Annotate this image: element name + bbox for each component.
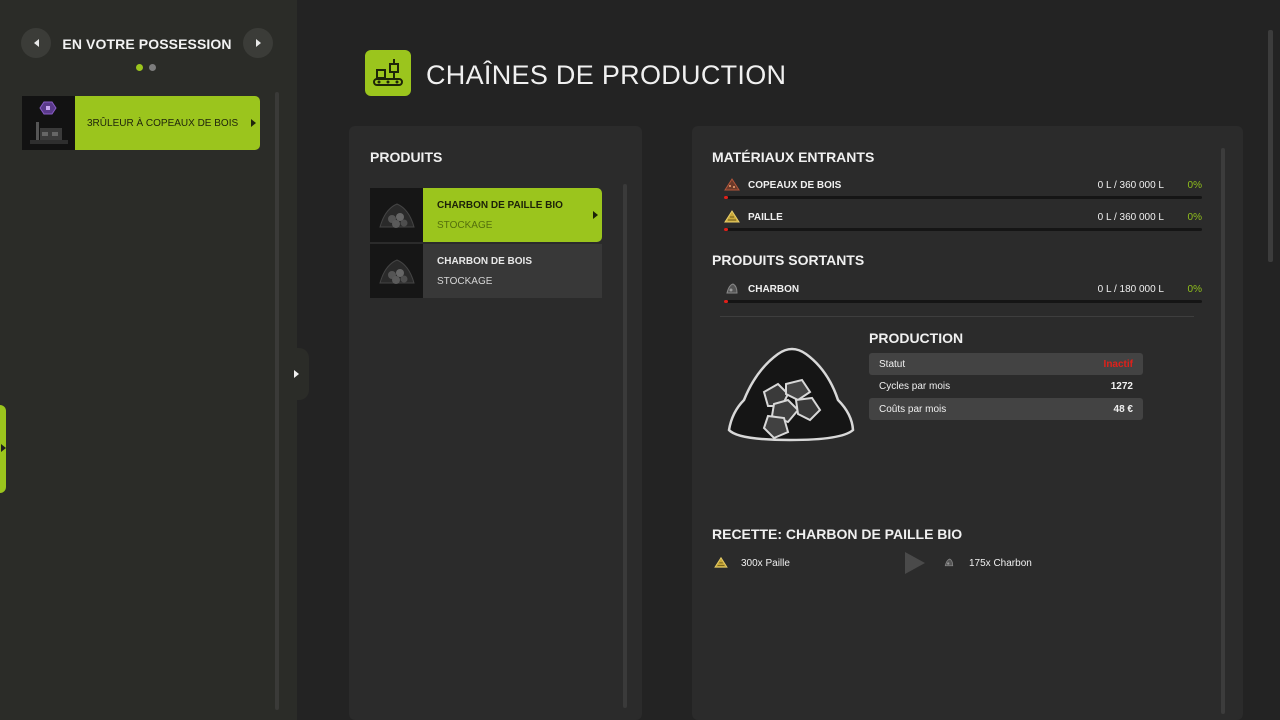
- production-title: PRODUCTION: [869, 330, 964, 346]
- chevron-right-icon: [1, 444, 6, 452]
- app-root: EN VOTRE POSSESSION 3RÛLEUR À COPEAUX DE…: [0, 0, 1280, 720]
- chevron-right-icon: [294, 370, 299, 378]
- sidebar-item-label: 3RÛLEUR À COPEAUX DE BOIS: [75, 96, 260, 150]
- divider: [720, 316, 1194, 317]
- status-badge: Inactif: [1103, 358, 1133, 370]
- recipe-title: RECETTE: CHARBON DE PAILLE BIO: [712, 526, 963, 542]
- collapse-sidebar-button[interactable]: [289, 348, 309, 400]
- production-chain-glyph: [373, 59, 403, 86]
- material-fill-indicator: [724, 300, 728, 303]
- coal-icon: [944, 558, 954, 567]
- chevron-right-icon: [251, 119, 256, 127]
- costs-value: 48 €: [1113, 403, 1133, 415]
- material-fill-indicator: [724, 196, 728, 199]
- material-fill-bar: [724, 196, 1202, 199]
- page-dot-1[interactable]: [136, 64, 143, 71]
- page-scrollbar[interactable]: [1268, 30, 1273, 262]
- material-amount: 0 L / 180 000 L: [1097, 284, 1164, 295]
- input-row-woodchips: COPEAUX DE BOIS 0 L / 360 000 L 0%: [712, 177, 1202, 205]
- material-amount: 0 L / 360 000 L: [1097, 180, 1164, 191]
- sidebar: EN VOTRE POSSESSION 3RÛLEUR À COPEAUX DE…: [0, 0, 297, 720]
- coal-pile-icon: [727, 347, 855, 442]
- product-name: CHARBON DE BOIS: [437, 255, 533, 267]
- product-item-bio-straw-charcoal[interactable]: CHARBON DE PAILLE BIO STOCKAGE: [370, 188, 602, 242]
- material-percent: 0%: [1187, 284, 1202, 295]
- product-thumbnail: [370, 244, 423, 298]
- products-panel: PRODUITS CHARBON DE PAILLE BIO STOCKAGE: [349, 126, 642, 720]
- building-name: 3RÛLEUR À COPEAUX DE BOIS: [87, 117, 239, 129]
- cycles-row: Cycles par mois 1272: [869, 375, 1143, 397]
- recipe-output: 175x Charbon: [969, 558, 1032, 569]
- status-label: Statut: [879, 358, 906, 370]
- material-name: PAILLE: [748, 212, 783, 223]
- woodchips-icon: [724, 178, 740, 191]
- play-icon[interactable]: [905, 552, 925, 574]
- production-chain-icon: [365, 50, 411, 96]
- product-thumbnail: [370, 188, 423, 242]
- product-name: CHARBON DE PAILLE BIO: [437, 199, 563, 211]
- recipe-row: 300x Paille 175x Charbon: [712, 550, 1072, 574]
- material-name: CHARBON: [748, 284, 800, 295]
- outputs-title: PRODUITS SORTANTS: [712, 252, 865, 268]
- details-panel: MATÉRIAUX ENTRANTS COPEAUX DE BOIS 0 L /…: [692, 126, 1243, 720]
- costs-row: Coûts par mois 48 €: [869, 398, 1143, 420]
- next-page-button[interactable]: [243, 28, 273, 58]
- inputs-title: MATÉRIAUX ENTRANTS: [712, 149, 875, 165]
- material-fill-indicator: [724, 228, 728, 231]
- page-title: CHAÎNES DE PRODUCTION: [426, 60, 787, 90]
- page-dot-2[interactable]: [149, 64, 156, 71]
- cycles-label: Cycles par mois: [879, 380, 951, 392]
- products-scrollbar[interactable]: [623, 184, 627, 708]
- coal-pile-icon: [378, 259, 415, 284]
- products-title: PRODUITS: [370, 149, 443, 165]
- product-storage: STOCKAGE: [437, 219, 493, 231]
- material-name: COPEAUX DE BOIS: [748, 180, 842, 191]
- previous-page-button[interactable]: [21, 28, 51, 58]
- page-indicator: [136, 64, 156, 71]
- building-thumbnail: [22, 96, 75, 150]
- product-info: CHARBON DE PAILLE BIO STOCKAGE: [423, 188, 602, 242]
- recipe-input: 300x Paille: [741, 558, 790, 569]
- material-fill-bar: [724, 228, 1202, 231]
- details-scrollbar[interactable]: [1221, 148, 1225, 714]
- material-percent: 0%: [1187, 180, 1202, 191]
- coal-icon: [726, 283, 738, 294]
- product-item-wood-charcoal[interactable]: CHARBON DE BOIS STOCKAGE: [370, 244, 602, 298]
- coal-pile-icon: [378, 203, 415, 228]
- product-storage: STOCKAGE: [437, 275, 493, 287]
- sidebar-title: EN VOTRE POSSESSION: [62, 36, 232, 52]
- costs-label: Coûts par mois: [879, 403, 947, 415]
- sidebar-scrollbar[interactable]: [275, 92, 279, 710]
- product-info: CHARBON DE BOIS STOCKAGE: [423, 244, 602, 298]
- chevron-right-icon: [593, 211, 598, 219]
- material-fill-bar: [724, 300, 1202, 303]
- input-row-straw: PAILLE 0 L / 360 000 L 0%: [712, 209, 1202, 237]
- straw-icon: [714, 556, 728, 568]
- straw-icon: [724, 210, 740, 223]
- output-row-coal: CHARBON 0 L / 180 000 L 0%: [712, 281, 1202, 309]
- material-amount: 0 L / 360 000 L: [1097, 212, 1164, 223]
- chevron-left-icon: [33, 39, 39, 47]
- cycles-value: 1272: [1110, 380, 1133, 392]
- wood-burner-building-icon: [22, 96, 75, 150]
- status-row: Statut Inactif: [869, 353, 1143, 375]
- sidebar-item-wood-chip-burner[interactable]: 3RÛLEUR À COPEAUX DE BOIS: [22, 96, 260, 150]
- chevron-right-icon: [255, 39, 261, 47]
- material-percent: 0%: [1187, 212, 1202, 223]
